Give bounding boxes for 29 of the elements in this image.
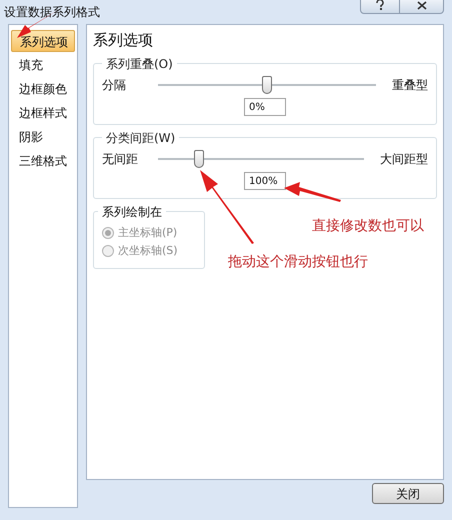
slider-track[interactable] bbox=[158, 150, 364, 168]
help-button[interactable] bbox=[360, 0, 400, 14]
window-title: 设置数据系列格式 bbox=[4, 4, 100, 21]
slider-max-label: 重叠型 bbox=[392, 77, 428, 94]
arrow-drawing bbox=[282, 180, 342, 204]
help-icon bbox=[376, 0, 384, 10]
sidebar-item[interactable]: 三维格式 bbox=[11, 150, 75, 172]
slider-track[interactable] bbox=[158, 76, 376, 94]
slider-min-label: 无间距 bbox=[102, 151, 139, 168]
group-label: 系列绘制在 bbox=[98, 203, 166, 221]
close-button[interactable] bbox=[400, 0, 444, 14]
group-label: 系列重叠(O) bbox=[102, 55, 177, 73]
sidebar-item[interactable]: 边框样式 bbox=[11, 102, 75, 124]
sidebar-item[interactable]: 阴影 bbox=[11, 126, 75, 148]
annotation-text: 直接修改数也可以 bbox=[312, 217, 424, 236]
sidebar-item[interactable]: 系列选项 bbox=[11, 30, 75, 52]
annotation-text: 拖动这个滑动按钮也行 bbox=[228, 253, 368, 272]
slider-min-label: 分隔 bbox=[102, 77, 127, 94]
sidebar-item[interactable]: 边框颜色 bbox=[11, 78, 75, 100]
sidebar-item[interactable]: 填充 bbox=[11, 54, 75, 76]
value-field[interactable]: 0% bbox=[244, 98, 286, 116]
slider-thumb[interactable] bbox=[262, 76, 272, 94]
value-field[interactable]: 100% bbox=[244, 172, 286, 190]
close-icon bbox=[416, 0, 426, 10]
group-label: 分类间距(W) bbox=[102, 129, 180, 147]
slider-thumb[interactable] bbox=[194, 150, 204, 168]
slider-max-label: 大间距型 bbox=[380, 151, 428, 168]
panel-heading: 系列选项 bbox=[93, 30, 154, 51]
close-dialog-button[interactable]: 关闭 bbox=[372, 483, 444, 504]
